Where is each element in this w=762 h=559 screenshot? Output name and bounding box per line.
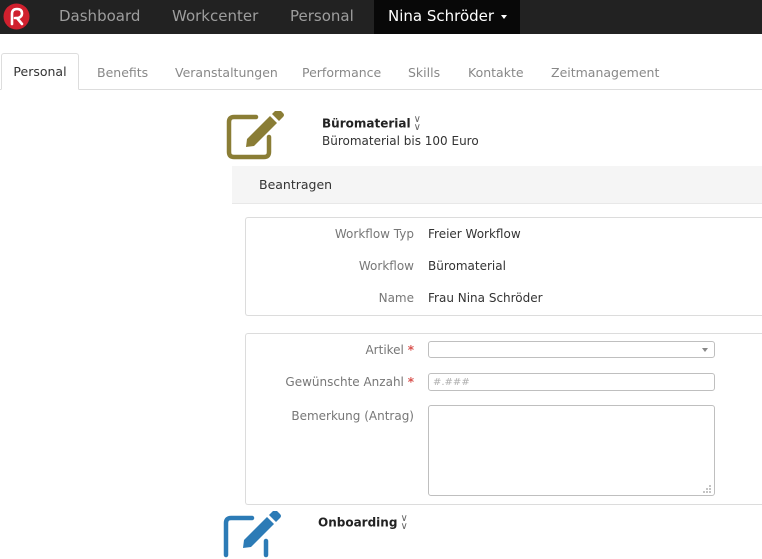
double-chevron-down-icon[interactable]: ∨ ∨ [400, 514, 407, 532]
dropdown-arrow-icon [702, 348, 708, 352]
workflow-value: Büromaterial [428, 259, 506, 273]
anzahl-input[interactable] [428, 373, 715, 391]
top-navbar: Dashboard Workcenter Personal Nina Schrö… [0, 0, 762, 34]
artikel-label: Artikel * [365, 343, 414, 357]
user-menu[interactable]: Nina Schröder [374, 0, 520, 34]
tab-zeitmanagement[interactable]: Zeitmanagement [551, 65, 659, 80]
bemerkung-textarea[interactable] [428, 405, 715, 496]
brand-logo-icon[interactable] [3, 3, 30, 30]
section-header: Beantragen [232, 166, 762, 204]
caret-down-icon [501, 14, 508, 19]
tab-bar: Personal Benefits Veranstaltungen Perfor… [0, 38, 762, 90]
workflow-title[interactable]: Büromaterial ∨ ∨ [322, 115, 421, 133]
nav-workcenter[interactable]: Workcenter [172, 0, 258, 34]
nav-personal[interactable]: Personal [290, 0, 354, 34]
name-value: Frau Nina Schröder [428, 291, 543, 305]
tab-skills[interactable]: Skills [408, 65, 440, 80]
workflow-subtitle: Büromaterial bis 100 Euro [322, 134, 479, 148]
name-label: Name [378, 291, 414, 305]
workflow-type-value: Freier Workflow [428, 227, 521, 241]
tab-benefits[interactable]: Benefits [97, 65, 148, 80]
workflow-label: Workflow [358, 259, 414, 273]
user-name: Nina Schröder [388, 7, 495, 25]
anzahl-label: Gewünschte Anzahl * [285, 375, 414, 389]
workflow-type-label: Workflow Typ [334, 227, 414, 241]
resize-grip-icon[interactable] [702, 484, 712, 494]
edit-icon [223, 511, 281, 558]
tab-personal[interactable]: Personal [1, 53, 79, 90]
edit-icon [226, 111, 284, 160]
tab-performance[interactable]: Performance [302, 65, 381, 80]
tab-kontakte[interactable]: Kontakte [468, 65, 524, 80]
tab-veranstaltungen[interactable]: Veranstaltungen [175, 65, 278, 80]
double-chevron-down-icon[interactable]: ∨ ∨ [414, 115, 421, 133]
onboarding-title[interactable]: Onboarding ∨ ∨ [318, 514, 408, 532]
nav-dashboard[interactable]: Dashboard [59, 0, 140, 34]
bemerkung-label: Bemerkung (Antrag) [291, 409, 414, 423]
artikel-select[interactable] [428, 341, 715, 358]
section-title: Beantragen [259, 177, 333, 192]
